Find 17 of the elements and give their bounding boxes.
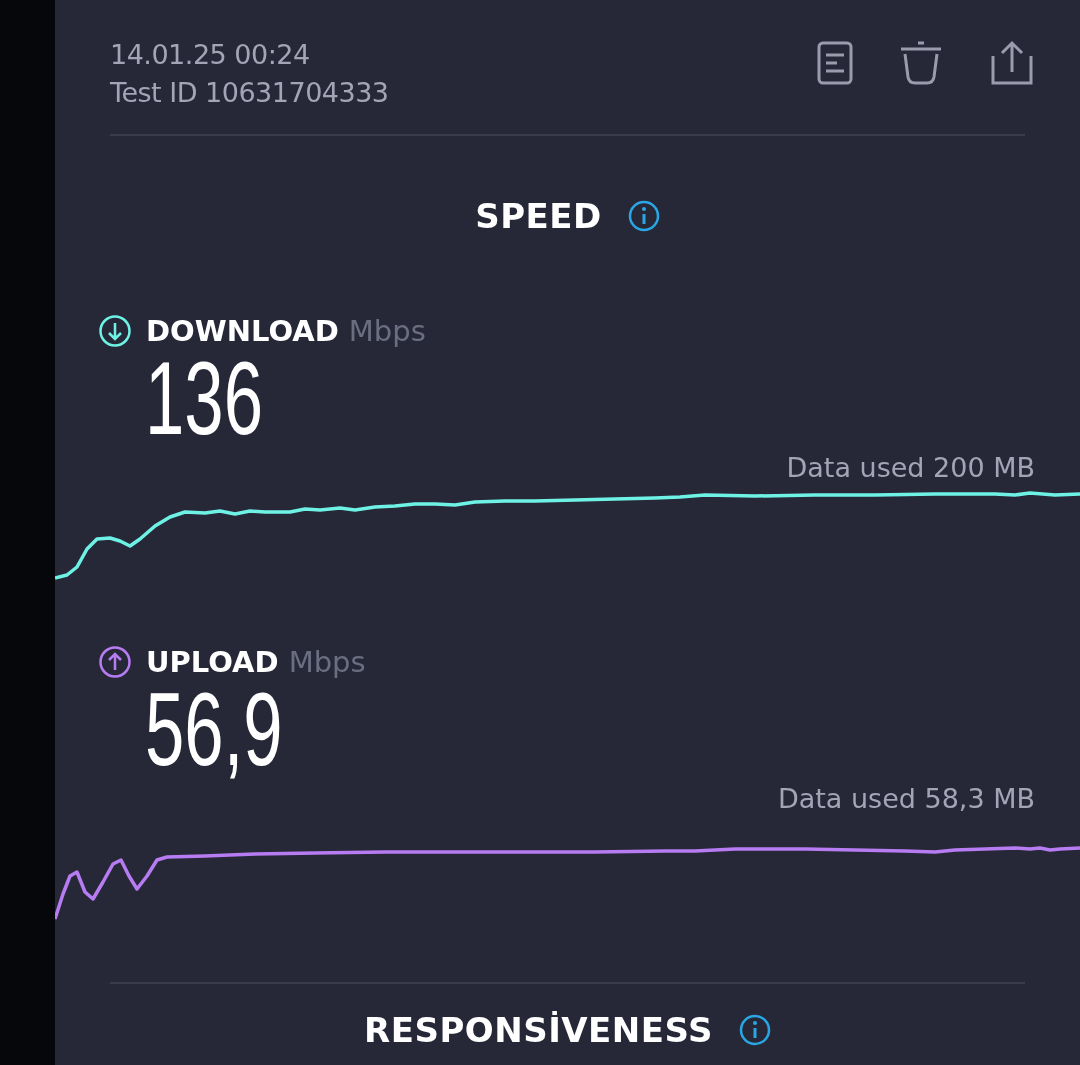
data-used: Data used 58,3 MB xyxy=(777,783,1035,814)
trash-icon[interactable] xyxy=(899,41,943,85)
speed-value: 56,9 xyxy=(145,679,283,779)
document-icon[interactable] xyxy=(817,41,853,85)
info-icon[interactable] xyxy=(627,200,660,232)
share-icon[interactable] xyxy=(989,40,1035,86)
metric-label: DOWNLOAD xyxy=(146,314,339,348)
info-icon[interactable] xyxy=(739,1014,771,1046)
unit-label: Mbps xyxy=(288,645,366,679)
section-title: SPEED xyxy=(475,196,602,236)
test-id: Test ID 10631704333 xyxy=(110,76,389,110)
metric-label: UPLOAD xyxy=(146,645,279,679)
unit-label: Mbps xyxy=(348,314,426,348)
speed-value: 136 xyxy=(145,348,263,448)
section-title: RESPONSİVENESS xyxy=(364,1010,713,1050)
data-used: Data used 200 MB xyxy=(786,452,1035,483)
test-date: 14.01.25 00:24 xyxy=(110,38,311,72)
